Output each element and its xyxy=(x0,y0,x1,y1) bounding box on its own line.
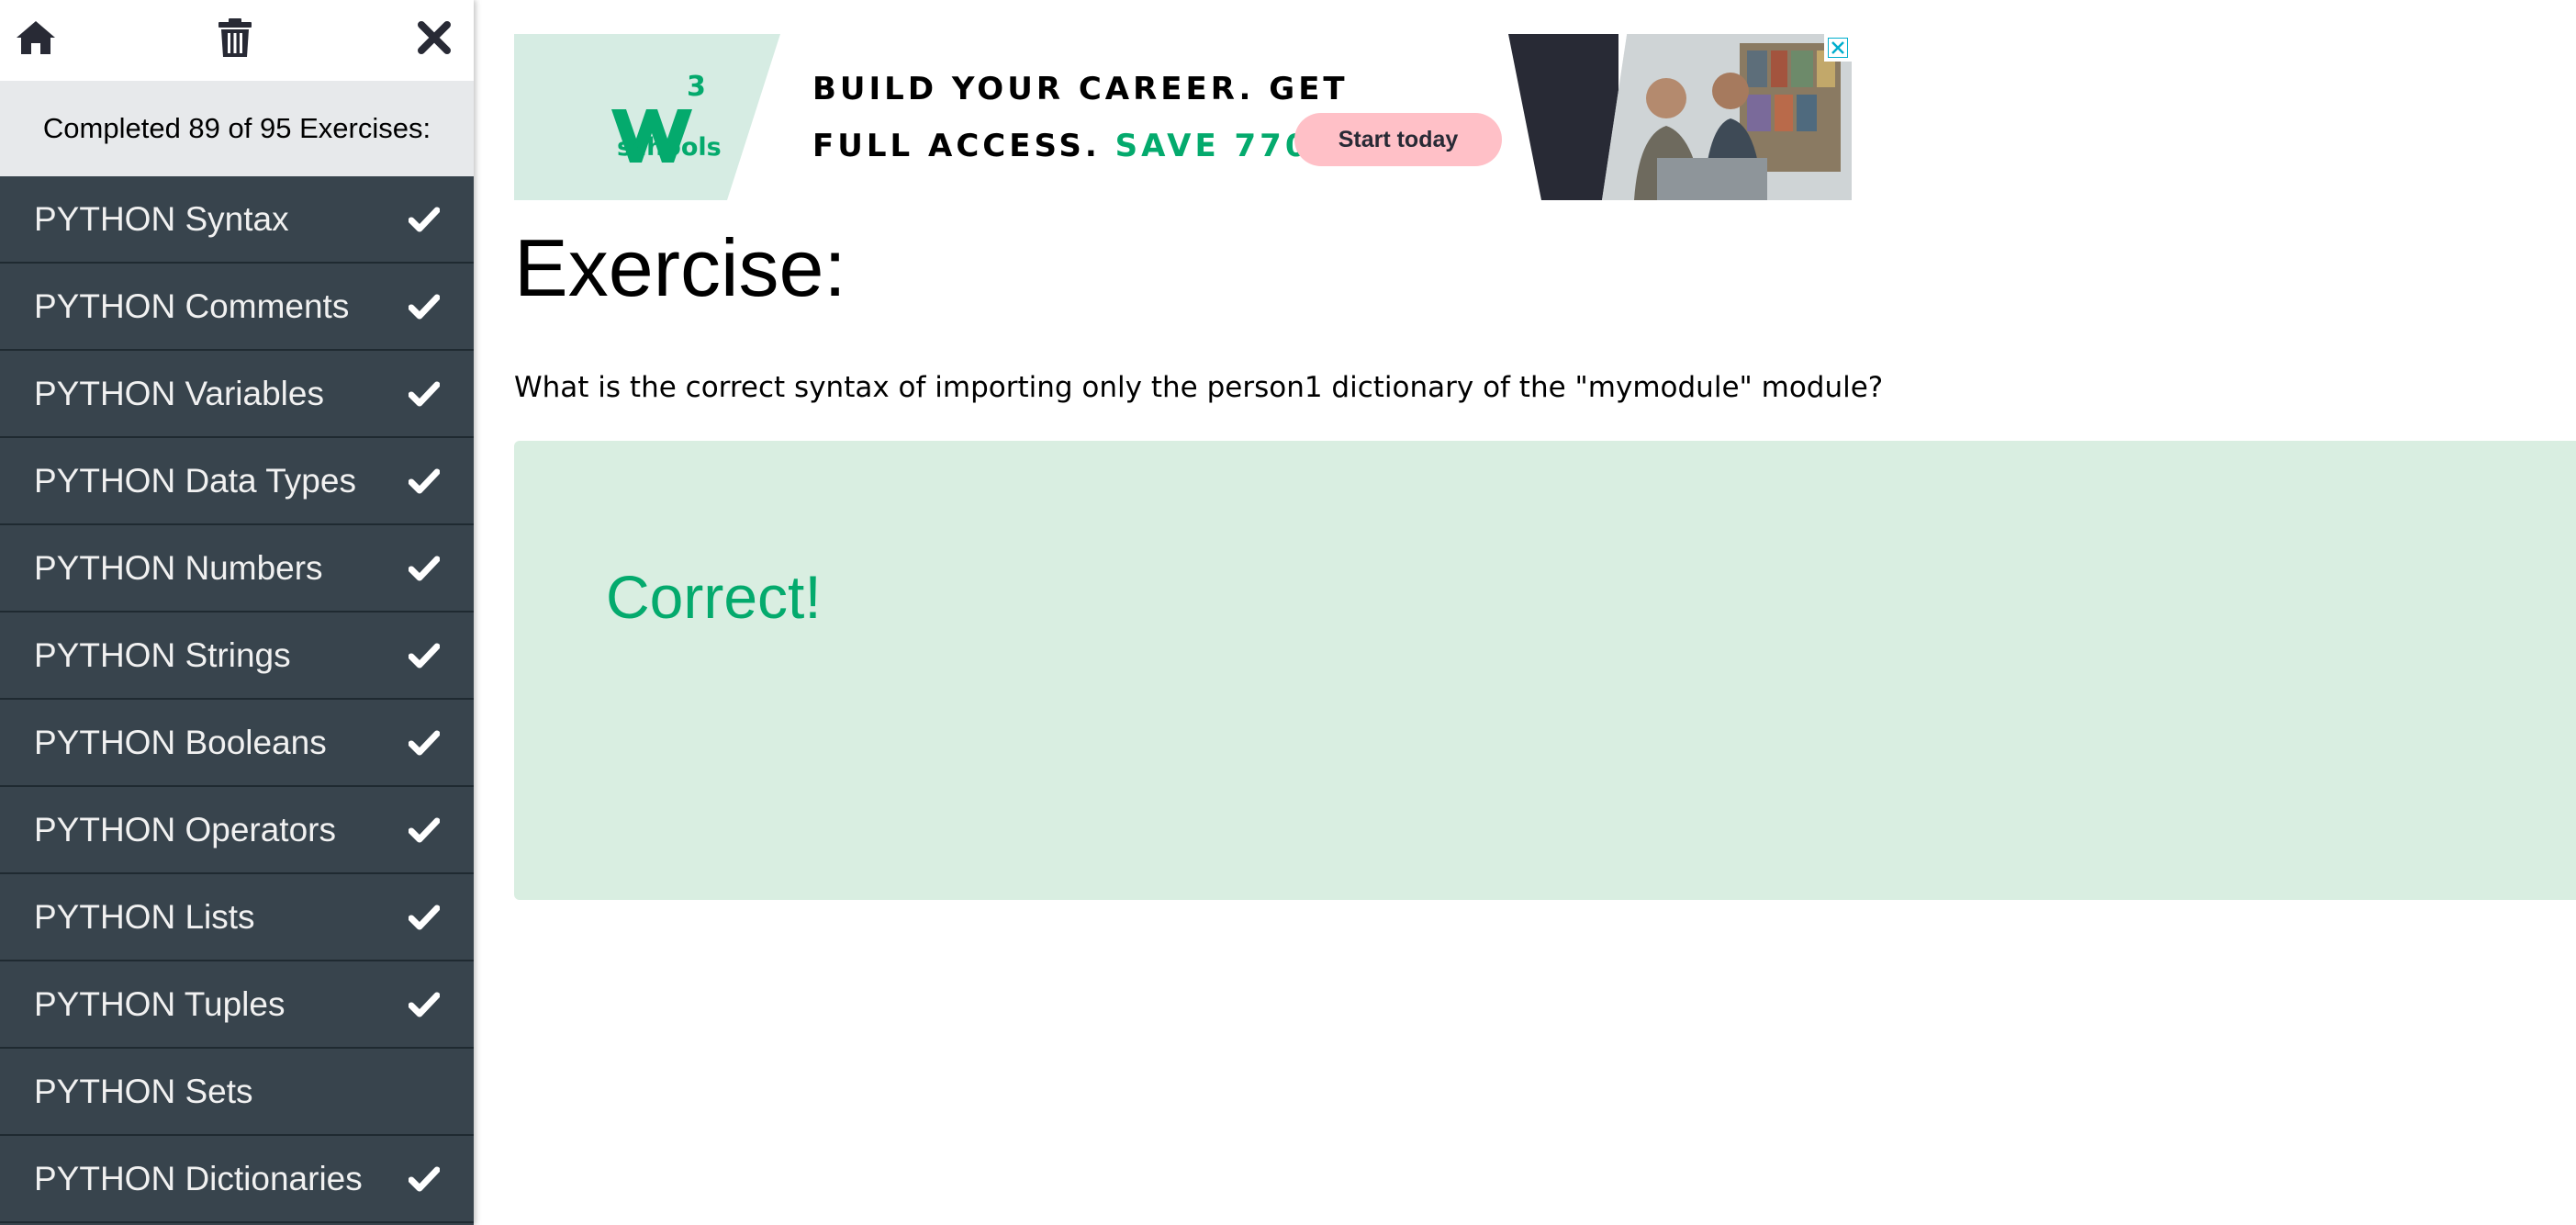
check-icon xyxy=(408,639,441,672)
progress-text: Completed 89 of 95 Exercises: xyxy=(0,81,474,176)
sidebar-item[interactable]: PYTHON Lists xyxy=(0,874,474,961)
close-icon[interactable] xyxy=(411,15,457,61)
check-icon xyxy=(408,1163,441,1196)
check-icon xyxy=(408,377,441,410)
check-icon xyxy=(408,988,441,1021)
logo-text: schools xyxy=(617,133,722,162)
trash-icon[interactable] xyxy=(212,15,258,61)
exercise-sidebar: Completed 89 of 95 Exercises: PYTHON Syn… xyxy=(0,0,474,1225)
ad-headline-line1: BUILD YOUR CAREER. GET xyxy=(812,71,1349,107)
sidebar-item[interactable]: PYTHON Sets xyxy=(0,1049,474,1136)
sidebar-item[interactable]: PYTHON Dictionaries xyxy=(0,1136,474,1223)
sidebar-item-label: PYTHON Syntax xyxy=(34,199,289,238)
logo-superscript: 3 xyxy=(687,71,706,103)
ad-dark-stripe xyxy=(1508,34,1618,200)
page-title: Exercise: xyxy=(514,222,846,313)
check-icon xyxy=(408,726,441,759)
sidebar-item-label: PYTHON Operators xyxy=(34,810,336,849)
sidebar-item-label: PYTHON Booleans xyxy=(34,723,327,761)
ad-close-icon[interactable] xyxy=(1824,34,1852,62)
sidebar-item[interactable]: PYTHON Comments xyxy=(0,264,474,351)
check-icon xyxy=(408,465,441,498)
result-panel: Correct! xyxy=(514,441,2576,900)
sidebar-item-label: PYTHON Numbers xyxy=(34,548,323,587)
check-icon xyxy=(408,901,441,934)
check-icon xyxy=(408,203,441,236)
ad-banner[interactable]: 3 schools BUILD YOUR CAREER. GET FULL AC… xyxy=(514,34,1852,200)
sidebar-item[interactable]: PYTHON Syntax xyxy=(0,176,474,264)
start-today-button[interactable]: Start today xyxy=(1294,113,1502,166)
check-icon xyxy=(408,290,441,323)
ad-photo xyxy=(1602,34,1852,200)
sidebar-item[interactable]: PYTHON Strings xyxy=(0,612,474,700)
check-icon xyxy=(408,552,441,585)
sidebar-item-label: PYTHON Lists xyxy=(34,897,255,936)
sidebar-item[interactable]: PYTHON Tuples xyxy=(0,961,474,1049)
ad-headline-line2: FULL ACCESS. SAVE 770$ xyxy=(812,128,1336,164)
sidebar-item[interactable]: PYTHON Variables xyxy=(0,351,474,438)
exercise-question: What is the correct syntax of importing … xyxy=(514,371,1884,404)
ad-headline-prefix: FULL ACCESS. xyxy=(812,128,1101,164)
sidebar-item-label: PYTHON Variables xyxy=(34,374,324,412)
sidebar-item-label: PYTHON Tuples xyxy=(34,984,286,1023)
sidebar-item-label: PYTHON Comments xyxy=(34,287,350,325)
sidebar-item-label: PYTHON Dictionaries xyxy=(34,1159,363,1197)
result-message: Correct! xyxy=(606,563,822,631)
category-list: PYTHON Syntax PYTHON Comments PYTHON Varia… xyxy=(0,176,474,1223)
sidebar-item[interactable]: PYTHON Data Types xyxy=(0,438,474,525)
sidebar-toolbar xyxy=(0,0,474,81)
check-icon xyxy=(408,814,441,847)
sidebar-item-label: PYTHON Strings xyxy=(34,635,291,674)
sidebar-item-label: PYTHON Data Types xyxy=(34,461,356,500)
sidebar-item[interactable]: PYTHON Booleans xyxy=(0,700,474,787)
sidebar-item-label: PYTHON Sets xyxy=(34,1072,253,1110)
home-icon[interactable] xyxy=(13,15,59,61)
sidebar-item[interactable]: PYTHON Numbers xyxy=(0,525,474,612)
sidebar-item[interactable]: PYTHON Operators xyxy=(0,787,474,874)
